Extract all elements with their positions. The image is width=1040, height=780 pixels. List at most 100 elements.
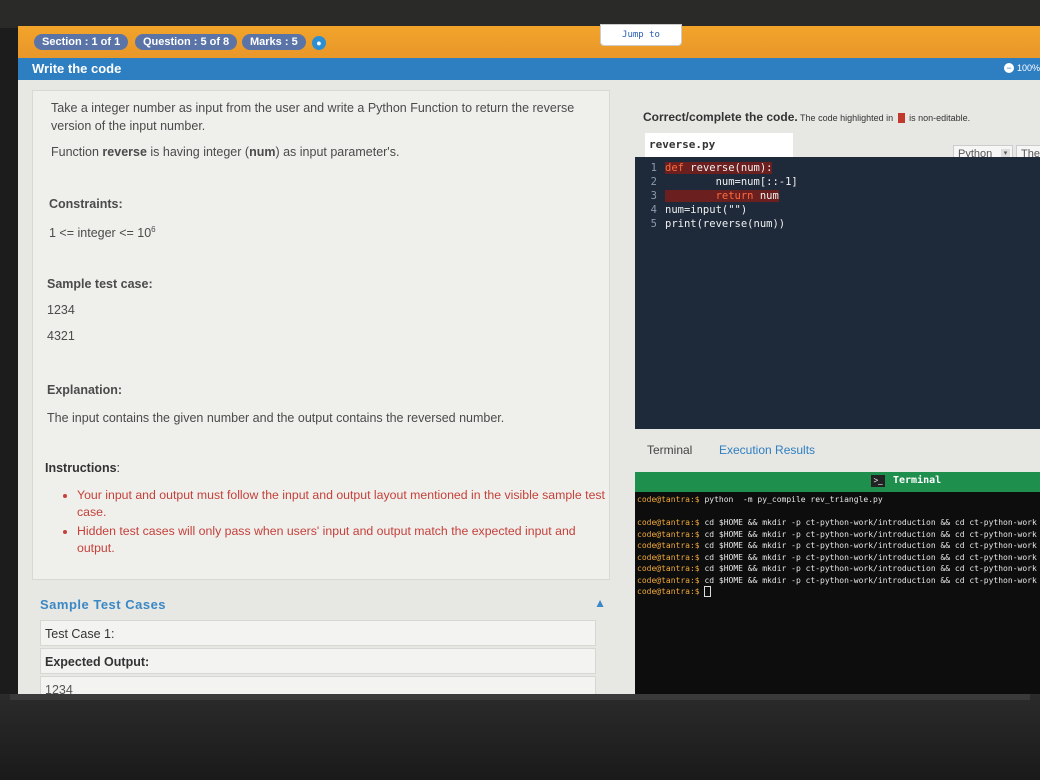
- terminal-command: cd $HOME && mkdir -p ct-python-work/intr…: [699, 529, 1037, 539]
- code-text[interactable]: def reverse(num):: [665, 162, 773, 174]
- zoom-control[interactable]: −100%: [1003, 63, 1040, 73]
- window-bezel-top: [0, 0, 1040, 28]
- problem-statement-line-1: Take a integer number as input from the …: [51, 101, 575, 115]
- terminal-line: code@tantra:$: [637, 586, 712, 598]
- sample-test-case-label: Sample test case:: [47, 277, 153, 291]
- problem-panel: Take a integer number as input from the …: [32, 90, 610, 580]
- editor-instruction-bold: Correct/complete the code.: [643, 110, 798, 124]
- output-tabs: Terminal Execution Results: [635, 435, 1040, 467]
- fn-note-param: num: [249, 145, 276, 159]
- zoom-out-icon[interactable]: −: [1003, 63, 1014, 73]
- terminal-title: Terminal: [893, 475, 942, 486]
- fn-note-post: ) as input parameter's.: [275, 145, 400, 159]
- terminal-line: code@tantra:$ cd $HOME && mkdir -p ct-py…: [637, 517, 1037, 529]
- terminal-prompt: code@tantra:$: [637, 575, 700, 585]
- terminal-prompt: code@tantra:$: [637, 529, 700, 539]
- terminal-line: code@tantra:$ cd $HOME && mkdir -p ct-py…: [637, 540, 1037, 552]
- problem-function-note: Function reverse is having integer (num)…: [51, 145, 399, 159]
- marks-badge: Marks : 5: [242, 34, 306, 50]
- code-text[interactable]: print(reverse(num)): [665, 218, 785, 230]
- question-header-bar: Section : 1 of 1 Question : 5 of 8 Marks…: [18, 24, 1040, 60]
- code-line[interactable]: 1 def reverse(num):: [641, 161, 798, 175]
- terminal-line: code@tantra:$ cd $HOME && mkdir -p ct-py…: [637, 563, 1037, 575]
- terminal-line: code@tantra:$ python -m py_compile rev_t…: [637, 494, 883, 506]
- code-line[interactable]: 3 return num: [641, 189, 798, 203]
- fn-note-name: reverse: [102, 145, 147, 159]
- page-title: Write the code: [32, 61, 122, 76]
- file-tab[interactable]: reverse.py: [645, 133, 793, 157]
- constraint-text: 1 <= integer <= 106: [49, 225, 156, 240]
- terminal-output[interactable]: code@tantra:$ python -m py_compile rev_t…: [635, 492, 1040, 694]
- code-text[interactable]: num=num[::-1]: [665, 176, 798, 188]
- tab-execution-results[interactable]: Execution Results: [719, 443, 815, 457]
- editor-panel: Correct/complete the code. The code high…: [635, 80, 1040, 694]
- explanation-label: Explanation:: [47, 383, 123, 397]
- test-case-title: Test Case 1:: [40, 620, 596, 646]
- code-line[interactable]: 5 print(reverse(num)): [641, 217, 798, 231]
- explanation-text: The input contains the given number and …: [47, 411, 505, 425]
- bezel-lip: [10, 694, 1030, 700]
- terminal-command: cd $HOME && mkdir -p ct-python-work/intr…: [699, 552, 1037, 562]
- terminal-prompt: code@tantra:$: [637, 518, 700, 527]
- instruction-item: Hidden test cases will only pass when us…: [77, 523, 607, 557]
- terminal-prompt: code@tantra:$: [637, 541, 700, 550]
- code-rest: reverse(num):: [690, 162, 773, 174]
- terminal-command: cd $HOME && mkdir -p ct-python-work/intr…: [699, 575, 1037, 585]
- terminal-prompt: code@tantra:$: [637, 587, 700, 596]
- sample-input: 1234: [47, 303, 75, 317]
- editor-instruction-small-2: is non-editable.: [906, 113, 971, 123]
- line-number: 3: [650, 190, 657, 202]
- constraints-label: Constraints:: [49, 197, 123, 211]
- terminal-icon: >_: [871, 475, 885, 487]
- code-keyword: return: [665, 190, 760, 202]
- terminal-command: cd $HOME && mkdir -p ct-python-work/intr…: [699, 564, 1037, 573]
- terminal-command: python -m py_compile rev_triangle.py: [699, 495, 883, 504]
- code-lines[interactable]: 1 def reverse(num): 2 num=num[::-1] 3 retur…: [641, 161, 798, 231]
- terminal-line: code@tantra:$ cd $HOME && mkdir -p ct-py…: [637, 575, 1037, 587]
- instructions-label: Instructions: [45, 461, 117, 475]
- sample-output: 4321: [47, 329, 75, 343]
- code-editor[interactable]: 1 def reverse(num): 2 num=num[::-1] 3 retur…: [635, 157, 1040, 429]
- line-number: 4: [650, 204, 657, 216]
- sample-test-cases-section: Sample Test Cases ▲ Test Case 1: Expecte…: [32, 590, 606, 694]
- instructions-list: Your input and output must follow the in…: [63, 487, 607, 559]
- jump-to-button[interactable]: Jump to: [600, 24, 682, 46]
- editor-instruction-small-1: The code highlighted in: [797, 113, 896, 123]
- code-line[interactable]: 4 num=input(""): [641, 203, 798, 217]
- line-number: 1: [650, 162, 657, 174]
- terminal-prompt: code@tantra:$: [637, 552, 700, 562]
- chevron-up-icon[interactable]: ▲: [594, 596, 606, 610]
- code-rest: num: [759, 190, 779, 202]
- main-screen: Take a integer number as input from the …: [18, 80, 1040, 694]
- expected-output-value: 1234: [40, 676, 596, 694]
- terminal-prompt: code@tantra:$: [637, 564, 700, 573]
- terminal-prompt: code@tantra:$: [637, 495, 700, 504]
- terminal-line: code@tantra:$ cd $HOME && mkdir -p ct-py…: [637, 529, 1037, 541]
- problem-statement-line-2: version of the input number.: [51, 119, 206, 133]
- terminal-cursor: [704, 586, 712, 597]
- terminal-line: code@tantra:$ cd $HOME && mkdir -p ct-py…: [637, 552, 1037, 564]
- fn-note-pre: Function: [51, 145, 103, 159]
- question-badge[interactable]: Question : 5 of 8: [135, 34, 238, 50]
- zoom-level: 100%: [1016, 63, 1040, 73]
- fn-note-mid: is having integer (: [146, 145, 250, 159]
- line-number: 2: [650, 176, 657, 188]
- code-text[interactable]: return num: [665, 190, 779, 202]
- terminal-command: cd $HOME && mkdir -p ct-python-work/intr…: [699, 518, 1037, 527]
- constraint-expr: 1 <= integer <= 10: [49, 226, 152, 241]
- section-badge[interactable]: Section : 1 of 1: [34, 34, 129, 50]
- editor-instruction: Correct/complete the code. The code high…: [643, 110, 970, 124]
- expected-output-label: Expected Output:: [40, 648, 596, 674]
- constraint-exponent: 6: [151, 225, 156, 234]
- tab-terminal[interactable]: Terminal: [647, 443, 692, 457]
- terminal-title-bar: >_ Terminal: [635, 472, 1040, 492]
- readonly-swatch: [897, 112, 905, 123]
- code-rest: num=num[::-1]: [665, 176, 798, 188]
- code-line[interactable]: 2 num=num[::-1]: [641, 175, 798, 189]
- code-text[interactable]: num=input(""): [665, 204, 747, 216]
- title-bar: Write the code −100%: [18, 58, 1040, 80]
- terminal-command: cd $HOME && mkdir -p ct-python-work/intr…: [699, 541, 1037, 550]
- chat-icon[interactable]: ●: [312, 36, 326, 50]
- code-rest: num=input(""): [665, 204, 748, 216]
- sample-test-cases-heading[interactable]: Sample Test Cases: [40, 597, 166, 612]
